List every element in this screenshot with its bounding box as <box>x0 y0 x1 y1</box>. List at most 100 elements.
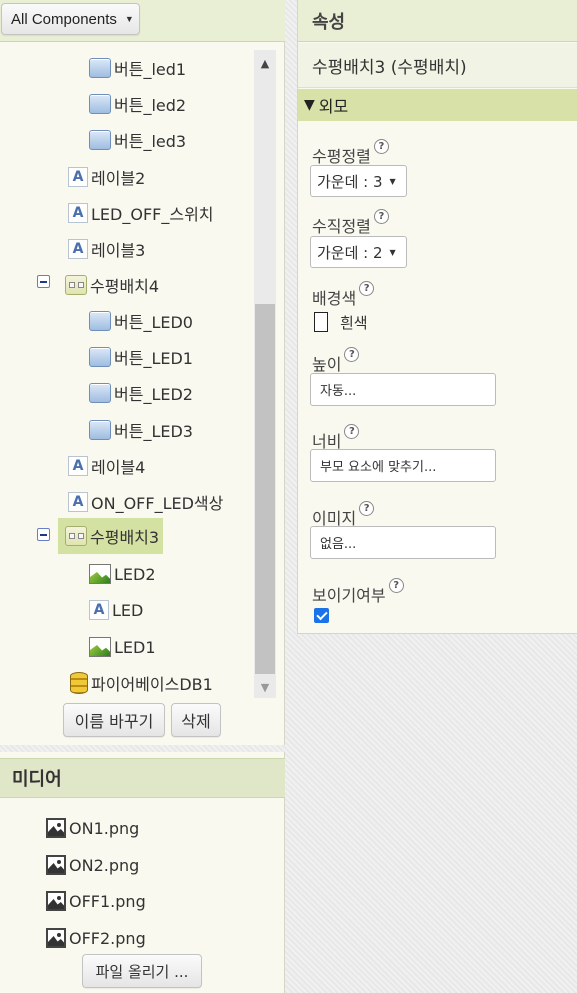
select-value: 가운데 : 2 <box>317 243 383 262</box>
help-icon[interactable]: ? <box>373 209 389 224</box>
tree-item-lbl-led[interactable]: A LED <box>89 595 143 625</box>
tree-item-on-off-led-color[interactable]: A ON_OFF_LED색상 <box>68 487 223 517</box>
selected-component-name: 수평배치3 (수평배치) <box>298 43 577 88</box>
tree-item-label: 버튼_LED0 <box>114 313 193 332</box>
tree-item-label: 버튼_LED1 <box>114 349 193 368</box>
help-icon[interactable]: ? <box>359 501 375 516</box>
help-icon[interactable]: ? <box>344 424 360 439</box>
tree-item-label: 버튼_led2 <box>114 96 187 115</box>
tree-item-hlayout3[interactable]: 수평배치3 <box>58 518 164 554</box>
components-panel: All Components ▼ 버튼_led1 버튼_led2 버튼_led3… <box>0 0 285 745</box>
media-header: 미디어 <box>0 758 285 798</box>
help-icon[interactable]: ? <box>359 281 375 296</box>
tree-item-label: ON_OFF_LED색상 <box>91 494 224 513</box>
triangle-down-icon: ▼ <box>304 97 315 113</box>
button-icon <box>89 94 111 114</box>
label-icon: A <box>89 600 109 620</box>
component-filter-dropdown[interactable]: All Components ▼ <box>1 3 140 35</box>
tree-item-firebase-db1[interactable]: 파이어베이스DB1 <box>70 668 213 698</box>
label-icon: A <box>68 239 88 259</box>
media-file-item[interactable]: ON2.png <box>46 851 139 879</box>
tree-item-img-led2[interactable]: LED2 <box>89 559 156 589</box>
height-field[interactable]: 자동... <box>310 373 496 406</box>
component-filter-label: All Components <box>11 10 117 28</box>
tree-item-label: 버튼_LED2 <box>114 385 193 404</box>
left-column: All Components ▼ 버튼_led1 버튼_led2 버튼_led3… <box>0 0 285 993</box>
visible-checkbox[interactable] <box>314 608 329 623</box>
horizontal-arrangement-icon <box>65 526 87 546</box>
tree-item-label: 버튼_led1 <box>114 60 187 79</box>
image-icon <box>89 637 111 657</box>
tree-scrollbar[interactable]: ▲ ▼ <box>254 50 276 698</box>
tree-item-label: 레이블2 <box>91 169 146 188</box>
collapse-toggle-icon[interactable] <box>37 528 50 541</box>
image-file-icon <box>46 928 66 948</box>
help-icon[interactable]: ? <box>344 347 360 362</box>
height-label: 높이 ? <box>312 347 360 375</box>
tree-item-btn-LED2[interactable]: 버튼_LED2 <box>89 378 193 408</box>
bg-color-swatch[interactable] <box>314 312 328 332</box>
align-vertical-select[interactable]: 가운데 : 2 ▼ <box>310 236 407 268</box>
media-file-name: ON1.png <box>69 818 140 838</box>
tree-item-btn-led1[interactable]: 버튼_led1 <box>89 53 186 83</box>
section-title: 외모 <box>318 97 349 116</box>
button-icon <box>89 58 111 78</box>
tree-item-btn-LED0[interactable]: 버튼_LED0 <box>89 306 193 336</box>
tree-item-label: 레이블4 <box>91 458 146 477</box>
tree-item-label: 수평배치3 <box>90 528 160 547</box>
chevron-down-icon: ▼ <box>124 14 134 24</box>
tree-item-label: 레이블3 <box>91 241 146 260</box>
tree-item-label4[interactable]: A 레이블4 <box>68 451 145 481</box>
button-icon <box>89 347 111 367</box>
chevron-down-icon: ▼ <box>389 176 396 186</box>
delete-button[interactable]: 삭제 <box>171 703 221 737</box>
button-icon <box>89 311 111 331</box>
prop-label-text: 수직정렬 <box>312 217 371 236</box>
label-icon: A <box>68 456 88 476</box>
width-field[interactable]: 부모 요소에 맞추기... <box>310 449 496 482</box>
media-file-item[interactable]: ON1.png <box>46 814 139 842</box>
tree-action-buttons: 이름 바꾸기 삭제 <box>0 703 285 739</box>
tree-item-label: 버튼_led3 <box>114 132 187 151</box>
scroll-up-arrow-icon[interactable]: ▲ <box>254 52 276 74</box>
bg-color-label: 배경색 ? <box>312 281 375 309</box>
tree-item-label: 파이어베이스DB1 <box>91 675 213 694</box>
align-horizontal-select[interactable]: 가운데 : 3 ▼ <box>310 165 407 197</box>
tree-item-label: 버튼_LED3 <box>114 422 193 441</box>
media-file-name: OFF2.png <box>69 928 146 948</box>
properties-panel: 속성 수평배치3 (수평배치) ▼ 외모 수평정렬 ? 가운데 : 3 ▼ 수직… <box>297 0 577 634</box>
database-icon <box>70 672 88 694</box>
media-file-item[interactable]: OFF1.png <box>46 887 146 915</box>
tree-item-label3[interactable]: A 레이블3 <box>68 234 145 264</box>
tree-item-label: LED <box>112 600 144 620</box>
image-field[interactable]: 없음... <box>310 526 496 559</box>
media-file-name: OFF1.png <box>69 891 146 911</box>
help-icon[interactable]: ? <box>388 578 404 593</box>
button-icon <box>89 420 111 440</box>
image-file-icon <box>46 818 66 838</box>
tree-item-btn-LED3[interactable]: 버튼_LED3 <box>89 415 193 445</box>
prop-label-text: 높이 <box>312 355 342 374</box>
collapse-toggle-icon[interactable] <box>37 275 50 288</box>
scroll-thumb[interactable] <box>255 304 275 674</box>
appearance-section-toggle[interactable]: ▼ 외모 <box>298 89 577 121</box>
tree-item-led-off-switch[interactable]: A LED_OFF_스위치 <box>68 198 214 228</box>
visible-label: 보이기여부 ? <box>312 578 404 606</box>
label-icon: A <box>68 492 88 512</box>
tree-item-btn-led2[interactable]: 버튼_led2 <box>89 89 186 119</box>
help-icon[interactable]: ? <box>373 139 389 154</box>
scroll-down-arrow-icon[interactable]: ▼ <box>254 676 276 698</box>
media-file-item[interactable]: OFF2.png <box>46 924 146 952</box>
component-tree: 버튼_led1 버튼_led2 버튼_led3 A 레이블2 A LED_OFF… <box>0 48 277 698</box>
select-value: 가운데 : 3 <box>317 172 383 191</box>
bg-color-value[interactable]: 흰색 <box>340 312 368 333</box>
button-icon <box>89 383 111 403</box>
tree-item-label2[interactable]: A 레이블2 <box>68 162 145 192</box>
rename-button[interactable]: 이름 바꾸기 <box>63 703 165 737</box>
tree-item-btn-led3[interactable]: 버튼_led3 <box>89 125 186 155</box>
upload-file-button[interactable]: 파일 올리기 ... <box>82 954 202 988</box>
tree-item-hlayout4[interactable]: 수평배치4 <box>65 270 159 300</box>
tree-item-btn-LED1[interactable]: 버튼_LED1 <box>89 342 193 372</box>
tree-item-img-led1[interactable]: LED1 <box>89 632 156 662</box>
align-vertical-label: 수직정렬 ? <box>312 209 389 237</box>
